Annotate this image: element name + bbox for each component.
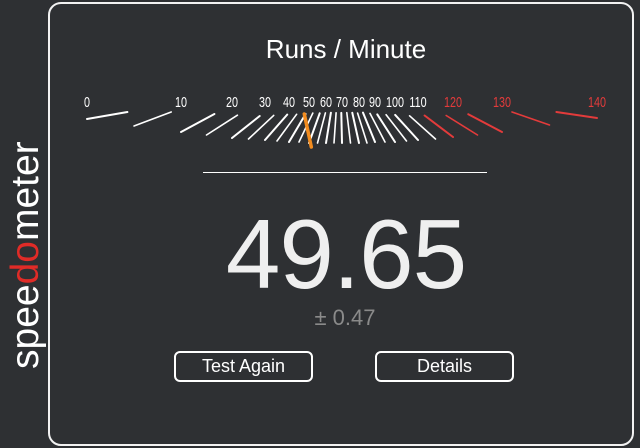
gauge-tick-80 xyxy=(351,111,360,144)
score-value: 49.65 xyxy=(225,199,467,309)
gauge-tick-30 xyxy=(264,113,289,141)
gauge-label-80: 80 xyxy=(353,93,365,110)
gauge-tick-105 xyxy=(385,113,408,142)
gauge-label-0: 0 xyxy=(84,93,90,110)
gauge-label-30: 30 xyxy=(259,93,271,110)
test-again-button[interactable]: Test Again xyxy=(174,351,313,382)
gauge-tick-35 xyxy=(276,113,298,142)
gauge-label-90: 90 xyxy=(369,93,381,110)
score-error-margin: ± 0.47 xyxy=(314,305,376,330)
gauge-tick-10 xyxy=(180,113,216,133)
logo-text-highlight: do xyxy=(4,241,46,284)
gauge-label-10: 10 xyxy=(175,93,187,110)
divider-line xyxy=(203,172,487,173)
gauge-tick-125 xyxy=(445,114,479,136)
gauge-label-70: 70 xyxy=(336,93,348,110)
gauge-label-40: 40 xyxy=(283,93,295,110)
gauge-label-20: 20 xyxy=(226,93,238,110)
gauge-tick-20 xyxy=(231,115,261,139)
gauge-tick-140 xyxy=(555,111,598,119)
details-button[interactable]: Details xyxy=(375,351,514,382)
gauge-label-110: 110 xyxy=(409,93,426,110)
gauge-tick-130 xyxy=(467,113,503,133)
gauge-label-140: 140 xyxy=(588,93,606,110)
gauge-tick-15 xyxy=(205,114,239,136)
gauge-tick-65 xyxy=(333,112,337,144)
gauge-tick-135 xyxy=(511,111,551,126)
logo-text-start: spee xyxy=(4,284,46,369)
gauge-tick-0 xyxy=(86,111,129,120)
gauge-tick-70 xyxy=(340,111,343,144)
gauge-tick-75 xyxy=(345,111,352,144)
gauge-label-100: 100 xyxy=(386,93,404,110)
gauge-tick-110 xyxy=(394,113,419,141)
gauge-tick-5 xyxy=(133,111,172,127)
gauge-tick-60 xyxy=(325,111,332,144)
gauge-label-50: 50 xyxy=(303,93,315,110)
gauge-label-120: 120 xyxy=(444,93,462,110)
gauge-label-130: 130 xyxy=(493,93,511,110)
gauge-label-60: 60 xyxy=(320,93,332,110)
gauge-tick-100 xyxy=(376,113,396,143)
speed-gauge: 0 10 20 30 40 50 60 70 80 90 100 110 120 130 140 xyxy=(84,93,606,149)
gauge-tick-40 xyxy=(288,113,307,143)
